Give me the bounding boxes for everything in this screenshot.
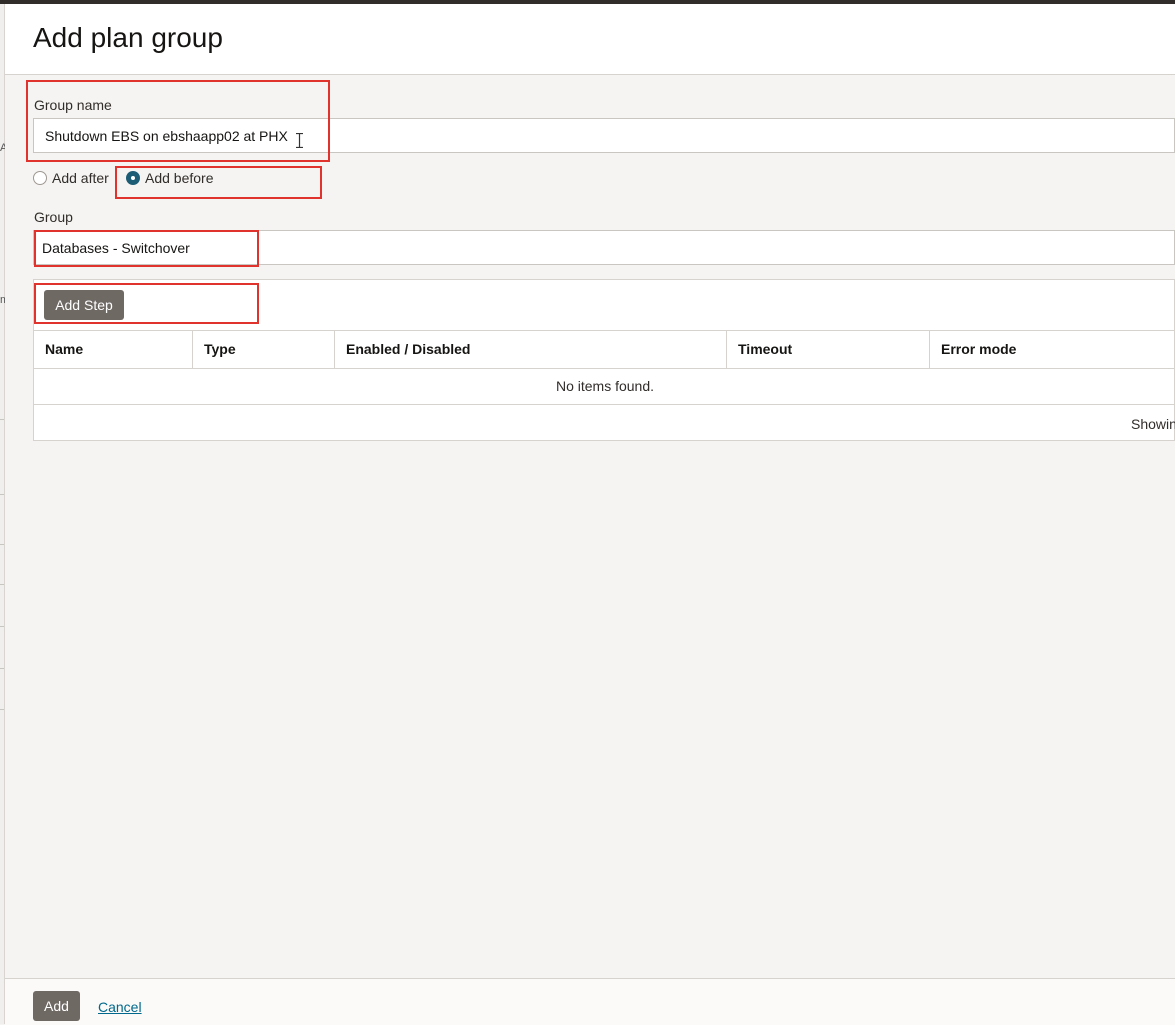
group-name-label: Group name <box>34 97 112 113</box>
column-header-type[interactable]: Type <box>193 331 335 368</box>
divider <box>0 544 4 545</box>
pagination-text: Showin <box>1131 416 1175 432</box>
steps-table: Add Step Name Type Enabled / Disabled Ti… <box>33 279 1175 441</box>
cancel-link[interactable]: Cancel <box>98 999 142 1015</box>
add-before-label[interactable]: Add before <box>145 170 214 186</box>
group-label: Group <box>34 209 73 225</box>
column-header-error-mode[interactable]: Error mode <box>930 331 1175 368</box>
column-header-enabled[interactable]: Enabled / Disabled <box>335 331 727 368</box>
divider <box>0 584 4 585</box>
column-header-name[interactable]: Name <box>34 331 193 368</box>
add-after-radio[interactable] <box>33 171 47 185</box>
add-button[interactable]: Add <box>33 991 80 1021</box>
add-before-radio[interactable] <box>126 171 140 185</box>
divider <box>0 668 4 669</box>
group-select[interactable]: Databases - Switchover <box>33 230 1175 265</box>
add-plan-group-dialog: Add plan group Group name Shutdown EBS o… <box>5 4 1175 1025</box>
dialog-footer: Add Cancel <box>5 978 1175 1025</box>
empty-message: No items found. <box>34 368 1175 405</box>
table-header-row: Name Type Enabled / Disabled Timeout Err… <box>34 330 1175 369</box>
dialog-header: Add plan group <box>5 4 1175 75</box>
dialog-title: Add plan group <box>33 22 223 53</box>
divider <box>0 626 4 627</box>
divider <box>0 494 4 495</box>
group-name-value: Shutdown EBS on ebshaapp02 at PHX <box>45 128 288 144</box>
divider <box>0 419 4 420</box>
text-cursor-icon <box>296 133 303 148</box>
column-header-timeout[interactable]: Timeout <box>727 331 930 368</box>
group-name-input[interactable]: Shutdown EBS on ebshaapp02 at PHX <box>33 118 1175 153</box>
divider <box>0 709 4 710</box>
add-after-label[interactable]: Add after <box>52 170 109 186</box>
add-step-button[interactable]: Add Step <box>44 290 124 320</box>
group-value: Databases - Switchover <box>42 240 190 256</box>
